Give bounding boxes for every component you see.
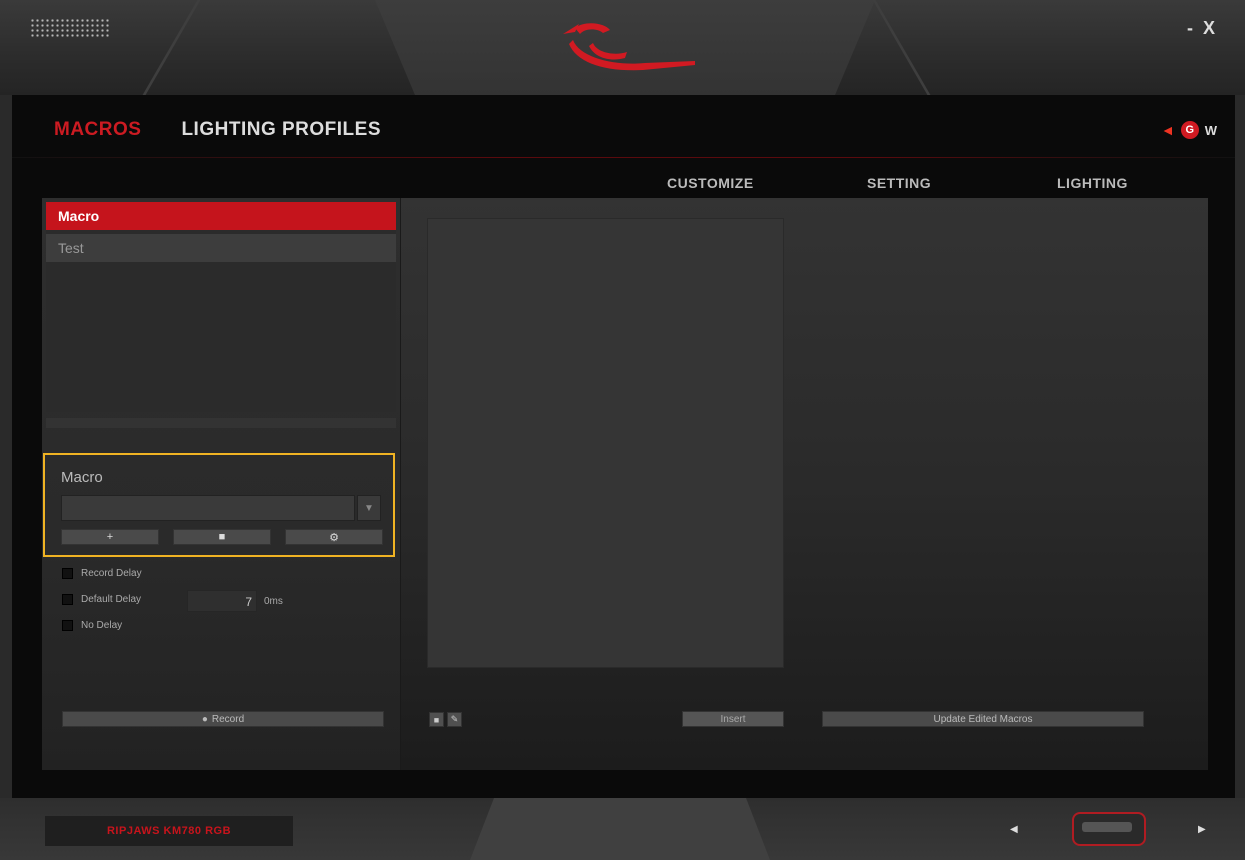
device-name: RIPJAWS KM780 RGB (45, 816, 293, 846)
window-controls: - X (1187, 18, 1215, 39)
tab-lighting-profiles[interactable]: LIGHTING PROFILES (181, 119, 381, 141)
default-delay-option: Default Delay (62, 594, 141, 605)
no-delay-label: No Delay (81, 620, 123, 631)
content-panel: Macro Test Macro ▼ + ■ ⚙ Record Delay De… (42, 198, 1208, 770)
record-delay-checkbox[interactable] (62, 568, 73, 579)
macro-list-item[interactable]: Test (46, 234, 396, 262)
close-button[interactable]: X (1203, 18, 1215, 39)
record-delay-label: Record Delay (81, 568, 142, 579)
g-mode-button[interactable]: G (1180, 121, 1199, 139)
gskill-logo-icon (563, 23, 695, 71)
macro-edit-area[interactable] (427, 218, 784, 668)
title-bar-decoration (872, 0, 931, 95)
title-bar-decoration (142, 0, 201, 95)
bottom-bar-plate (470, 798, 770, 860)
record-dot-icon: ● (201, 713, 208, 725)
minimize-button[interactable]: - (1187, 18, 1193, 39)
stop-macro-button[interactable]: ■ (173, 529, 271, 545)
next-device-icon[interactable]: ▶ (1198, 824, 1206, 835)
key-lock-icon[interactable]: ◄ (1161, 122, 1175, 138)
record-button[interactable]: ● Record (62, 711, 384, 727)
default-delay-input[interactable]: 7 (187, 590, 257, 612)
macro-list: Macro Test (46, 202, 396, 412)
no-delay-checkbox[interactable] (62, 620, 73, 631)
grip-dots-icon (30, 18, 110, 38)
add-macro-button[interactable]: + (61, 529, 159, 545)
sub-tabs: CUSTOMIZE SETTING LIGHTING (662, 175, 1177, 191)
list-divider (46, 418, 396, 428)
record-button-label: Record (211, 713, 245, 725)
macro-group-title: Macro (61, 469, 103, 486)
default-delay-label: Default Delay (81, 594, 142, 605)
macro-select[interactable] (61, 495, 355, 521)
insert-button[interactable]: Insert (682, 711, 784, 727)
tab-customize[interactable]: CUSTOMIZE (667, 175, 867, 191)
delay-unit-label: 0ms (264, 596, 283, 607)
previous-device-icon[interactable]: ◀ (1010, 824, 1018, 835)
title-bar: - X (0, 0, 1245, 95)
chevron-down-icon[interactable]: ▼ (357, 495, 381, 521)
tab-lighting[interactable]: LIGHTING (1057, 175, 1177, 191)
delete-icon[interactable]: ■ (429, 712, 444, 727)
macro-sidebar: Macro Test Macro ▼ + ■ ⚙ Record Delay De… (42, 198, 401, 770)
w-mode-button[interactable]: W (1205, 123, 1217, 138)
tab-macros[interactable]: MACROS (54, 119, 141, 141)
main-frame: MACROS LIGHTING PROFILES ◄ G W CUSTOMIZE… (12, 95, 1235, 798)
mode-switch: ◄ G W (1161, 121, 1217, 139)
tab-divider (12, 157, 1235, 158)
macro-group: Macro ▼ + ■ ⚙ (43, 453, 395, 557)
macro-settings-button[interactable]: ⚙ (285, 529, 383, 545)
macro-list-item[interactable]: Macro (46, 202, 396, 230)
default-delay-checkbox[interactable] (62, 594, 73, 605)
main-tabs: MACROS LIGHTING PROFILES (54, 119, 381, 141)
record-delay-option: Record Delay (62, 568, 142, 579)
bottom-bar: RIPJAWS KM780 RGB ◀ ▶ (0, 798, 1245, 860)
update-edited-macros-button[interactable]: Update Edited Macros (822, 711, 1144, 727)
keyboard-device-icon[interactable] (1072, 812, 1146, 846)
no-delay-option: No Delay (62, 620, 122, 631)
tab-setting[interactable]: SETTING (867, 175, 1057, 191)
edit-icon[interactable]: ✎ (447, 712, 462, 727)
